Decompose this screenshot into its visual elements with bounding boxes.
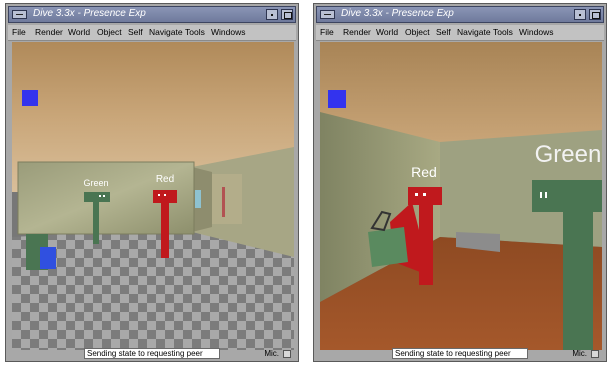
menu-tools[interactable]: Tools <box>185 27 205 37</box>
red-avatar-head <box>153 190 177 203</box>
dive-window-1: Dive 3.3x - Presence Exp File Render Wor… <box>5 3 299 362</box>
menu-windows[interactable]: Windows <box>211 27 245 37</box>
green-avatar-head <box>532 180 602 212</box>
red-avatar-body <box>419 205 433 285</box>
window-title: Dive 3.3x - Presence Exp <box>341 8 454 19</box>
avatar-label-left: Green <box>83 178 108 188</box>
menu-world[interactable]: World <box>376 27 398 37</box>
scene-render: Red Green <box>320 42 602 350</box>
green-avatar-body <box>563 212 593 350</box>
maximize-button[interactable] <box>589 9 601 20</box>
minimize-button[interactable] <box>266 9 278 20</box>
menu-windows[interactable]: Windows <box>519 27 553 37</box>
blue-marker <box>22 90 38 106</box>
menu-object[interactable]: Object <box>405 27 430 37</box>
blue-box <box>40 247 56 269</box>
menu-render[interactable]: Render <box>343 27 371 37</box>
menu-tools[interactable]: Tools <box>493 27 513 37</box>
scene-render: Green Red <box>12 42 294 350</box>
menu-navigate[interactable]: Navigate <box>457 27 491 37</box>
menu-self[interactable]: Self <box>436 27 451 37</box>
mic-checkbox[interactable] <box>591 350 599 358</box>
minimize-button[interactable] <box>574 9 586 20</box>
avatar-label-right: Red <box>156 174 174 185</box>
blue-marker <box>328 90 346 108</box>
menu-bar: File Render World Object Self Navigate T… <box>316 25 604 41</box>
menu-object[interactable]: Object <box>97 27 122 37</box>
mic-label: Mic. <box>264 349 279 358</box>
status-message: Sending state to requesting peer <box>392 348 528 359</box>
avatar-label-right: Green <box>535 141 602 168</box>
menu-navigate[interactable]: Navigate <box>149 27 183 37</box>
green-box <box>368 227 408 267</box>
green-avatar-body <box>93 202 99 244</box>
mic-checkbox[interactable] <box>283 350 291 358</box>
window-title: Dive 3.3x - Presence Exp <box>33 8 146 19</box>
avatar-label-left: Red <box>411 164 437 180</box>
window-menu-button[interactable] <box>12 10 27 19</box>
window-menu-button[interactable] <box>320 10 335 19</box>
status-message: Sending state to requesting peer <box>84 348 220 359</box>
title-bar[interactable]: Dive 3.3x - Presence Exp <box>8 6 296 23</box>
menu-file[interactable]: File <box>12 27 26 37</box>
status-bar: Sending state to requesting peer Mic. <box>316 348 604 360</box>
3d-viewport[interactable]: Red Green <box>320 42 602 350</box>
status-bar: Sending state to requesting peer Mic. <box>8 348 296 360</box>
menu-bar: File Render World Object Self Navigate T… <box>8 25 296 41</box>
menu-self[interactable]: Self <box>128 27 143 37</box>
dive-window-2: Dive 3.3x - Presence Exp File Render Wor… <box>313 3 607 362</box>
green-avatar-head <box>84 192 110 202</box>
menu-world[interactable]: World <box>68 27 90 37</box>
title-bar[interactable]: Dive 3.3x - Presence Exp <box>316 6 604 23</box>
menu-file[interactable]: File <box>320 27 334 37</box>
maximize-button[interactable] <box>281 9 293 20</box>
red-avatar-body <box>161 203 169 258</box>
menu-render[interactable]: Render <box>35 27 63 37</box>
mic-label: Mic. <box>572 349 587 358</box>
3d-viewport[interactable]: Green Red <box>12 42 294 350</box>
